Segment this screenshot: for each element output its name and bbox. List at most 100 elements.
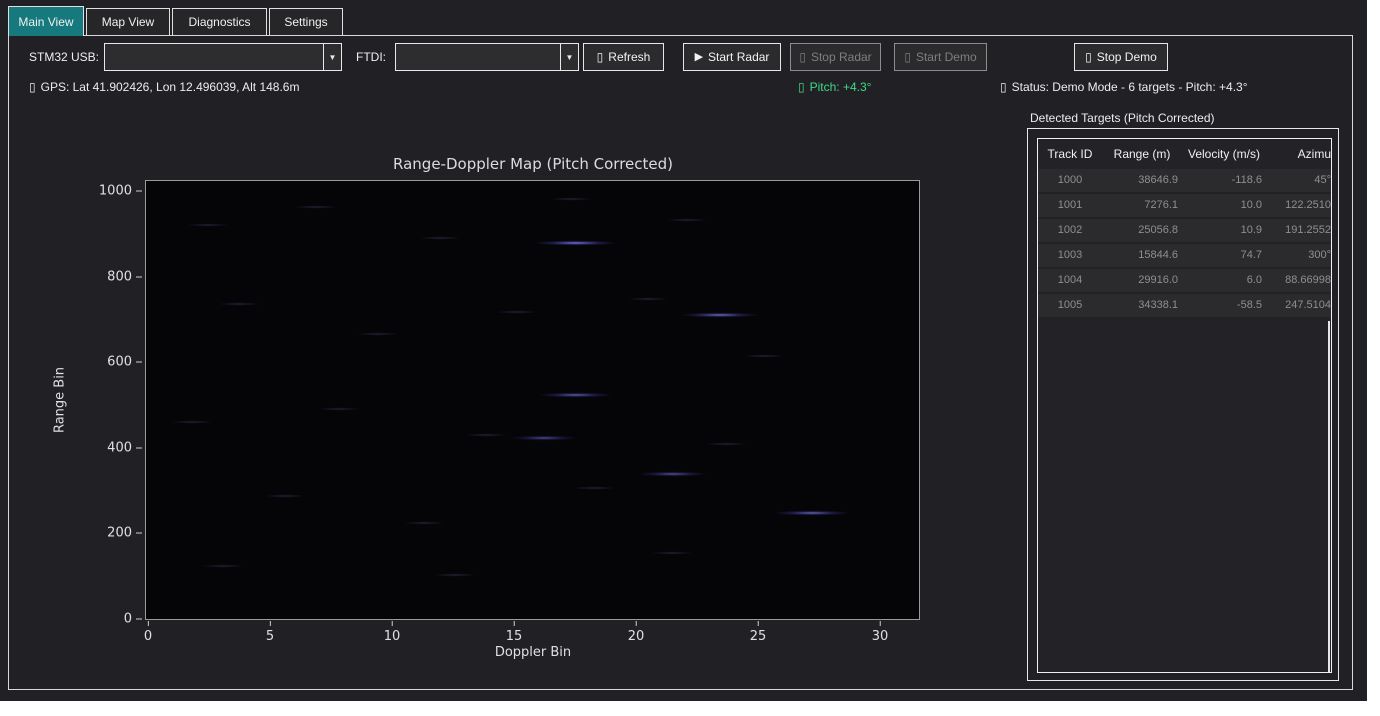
target-streak [539, 393, 613, 398]
tab-main-view-label: Main View [18, 15, 73, 29]
tick-mark [136, 191, 142, 192]
target-streak [681, 313, 759, 318]
cell-track-id: 1000 [1038, 169, 1102, 192]
table-row[interactable]: 1003 15844.6 74.7 300° [1038, 244, 1331, 269]
ftdi-label: FTDI: [356, 50, 386, 64]
table-row[interactable]: 1000 38646.9 -118.6 45° [1038, 169, 1331, 194]
table-row[interactable]: 1002 25056.8 10.9 191.2552 [1038, 219, 1331, 244]
noise-streak [171, 420, 213, 423]
tick-mark [879, 621, 880, 626]
noise-streak [496, 311, 538, 314]
x-tick-20: 20 [628, 621, 645, 644]
start-demo-button[interactable]: ▯ Start Demo [894, 43, 987, 71]
stm32-usb-label: STM32 USB: [29, 50, 99, 64]
y-tick-0: 0 [124, 612, 142, 627]
col-range[interactable]: Range (m) [1102, 139, 1182, 169]
x-tick-5: 5 [266, 621, 274, 644]
table-row[interactable]: 1005 34338.1 -58.5 247.5104 [1038, 294, 1331, 319]
start-radar-button[interactable]: ▶ Start Radar [683, 43, 781, 71]
start-demo-button-label: Start Demo [916, 50, 977, 64]
noise-streak [264, 495, 306, 498]
noise-streak [295, 206, 337, 209]
chart-title: Range-Doppler Map (Pitch Corrected) [393, 155, 673, 173]
plot-area: 0 5 10 15 20 25 30 0 200 400 600 800 100… [145, 180, 920, 620]
tab-main-view[interactable]: Main View [8, 6, 84, 36]
cell-range: 7276.1 [1102, 194, 1182, 217]
play-icon: ▶ [695, 52, 703, 63]
tab-map-view-label: Map View [102, 15, 154, 29]
gps-status: ▯GPS: Lat 41.902426, Lon 12.496039, Alt … [29, 80, 299, 94]
pitch-indicator: ▯Pitch: +4.3° [798, 80, 871, 94]
stm32-usb-combobox[interactable]: ▼ [104, 43, 342, 71]
y-tick-1000: 1000 [99, 184, 142, 199]
cell-track-id: 1004 [1038, 269, 1102, 292]
targets-table-header: Track ID Range (m) Velocity (m/s) Azimu [1038, 139, 1331, 169]
cell-velocity: -118.6 [1182, 169, 1266, 192]
noise-streak [573, 486, 615, 489]
refresh-button[interactable]: ▯ Refresh [583, 43, 664, 71]
tick-mark [136, 362, 142, 363]
noise-streak [666, 219, 708, 222]
cell-track-id: 1003 [1038, 244, 1102, 267]
tick-mark [136, 448, 142, 449]
targets-table[interactable]: Track ID Range (m) Velocity (m/s) Azimu … [1037, 138, 1332, 673]
pitch-icon: ▯ [798, 80, 805, 94]
cell-track-id: 1001 [1038, 194, 1102, 217]
cell-range: 15844.6 [1102, 244, 1182, 267]
noise-streak [419, 236, 461, 239]
noise-streak [705, 442, 747, 445]
radar-app-window: Main View Map View Diagnostics Settings … [0, 0, 1367, 701]
y-tick-600: 600 [107, 355, 142, 370]
refresh-icon: ▯ [597, 51, 604, 63]
status-message-text: Status: Demo Mode - 6 targets - Pitch: +… [1012, 80, 1248, 94]
noise-streak [202, 565, 244, 568]
y-axis-label: Range Bin [53, 367, 68, 433]
tick-mark [148, 621, 149, 626]
col-azimuth[interactable]: Azimu [1266, 139, 1331, 169]
stop-demo-button[interactable]: ▯ Stop Demo [1074, 43, 1168, 71]
table-row[interactable]: 1001 7276.1 10.0 122.2510 [1038, 194, 1331, 219]
tick-mark [635, 621, 636, 626]
cell-velocity: 74.7 [1182, 244, 1266, 267]
cell-velocity: 10.0 [1182, 194, 1266, 217]
target-streak [534, 241, 617, 246]
status-message: ▯ Status: Demo Mode - 6 targets - Pitch: … [1000, 80, 1248, 94]
chevron-down-icon[interactable]: ▼ [323, 44, 341, 70]
cell-azimuth: 88.66998 [1266, 269, 1331, 292]
noise-streak [651, 552, 693, 555]
cell-velocity: 10.9 [1182, 219, 1266, 242]
tab-diagnostics[interactable]: Diagnostics [172, 8, 267, 35]
y-tick-800: 800 [107, 270, 142, 285]
col-velocity[interactable]: Velocity (m/s) [1182, 139, 1266, 169]
cell-range: 29916.0 [1102, 269, 1182, 292]
status-icon: ▯ [1000, 80, 1007, 94]
noise-streak [403, 521, 445, 524]
tab-map-view[interactable]: Map View [86, 8, 170, 35]
cell-azimuth: 247.5104 [1266, 294, 1331, 317]
stop-demo-icon: ▯ [1085, 51, 1092, 63]
stop-radar-icon: ▯ [799, 51, 806, 63]
gps-icon: ▯ [29, 80, 36, 94]
noise-streak [550, 197, 592, 200]
start-demo-icon: ▯ [904, 51, 911, 63]
cell-azimuth: 300° [1266, 244, 1331, 267]
y-tick-200: 200 [107, 526, 142, 541]
table-row[interactable]: 1004 29916.0 6.0 88.66998 [1038, 269, 1331, 294]
tab-settings[interactable]: Settings [269, 8, 343, 35]
tick-mark [136, 277, 142, 278]
col-track-id[interactable]: Track ID [1038, 139, 1102, 169]
ftdi-combobox[interactable]: ▼ [395, 43, 579, 71]
noise-streak [187, 223, 229, 226]
cell-range: 38646.9 [1102, 169, 1182, 192]
table-scrollbar[interactable] [1328, 321, 1330, 673]
chevron-down-icon[interactable]: ▼ [560, 44, 578, 70]
stop-radar-button[interactable]: ▯ Stop Radar [790, 43, 881, 71]
noise-streak [318, 407, 360, 410]
targets-panel-title: Detected Targets (Pitch Corrected) [1030, 111, 1215, 125]
x-tick-25: 25 [750, 621, 767, 644]
x-tick-0: 0 [144, 621, 152, 644]
cell-range: 25056.8 [1102, 219, 1182, 242]
cell-azimuth: 45° [1266, 169, 1331, 192]
tab-settings-label: Settings [284, 15, 327, 29]
x-tick-10: 10 [384, 621, 401, 644]
